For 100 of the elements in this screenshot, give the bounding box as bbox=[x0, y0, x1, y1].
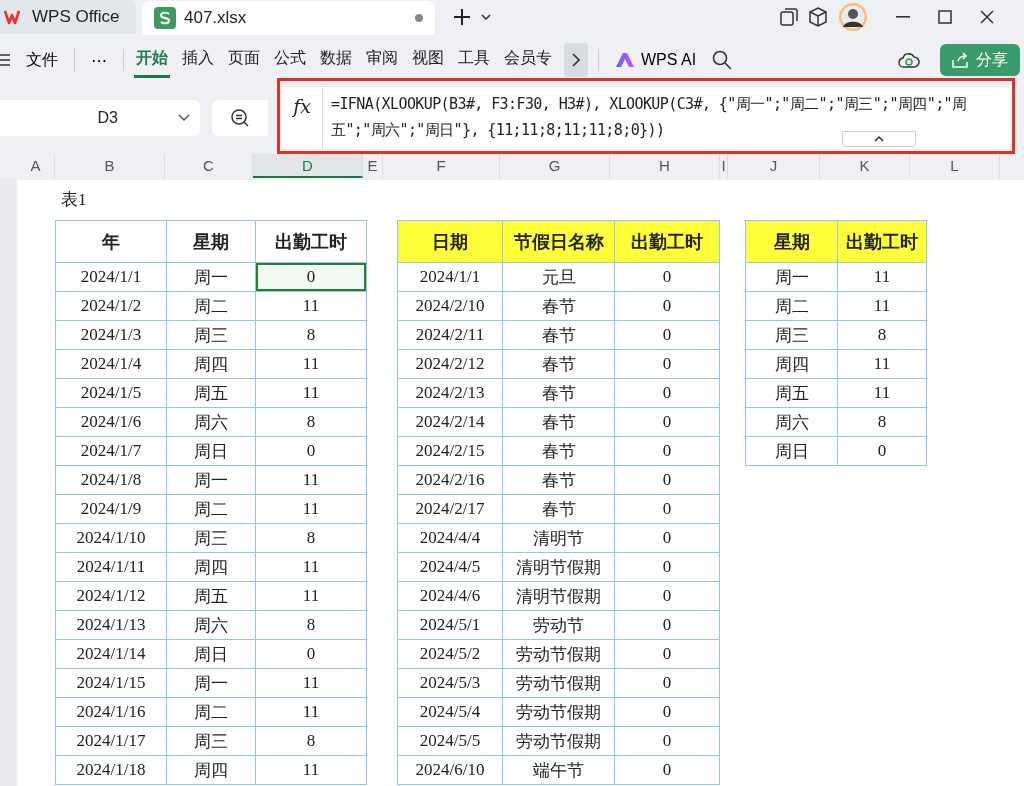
ribbon-tab[interactable]: 页面 bbox=[226, 42, 262, 78]
column-header[interactable]: H bbox=[610, 154, 720, 178]
table-cell: 2024/6/10 bbox=[397, 755, 503, 785]
table-cell: 2024/1/10 bbox=[55, 523, 167, 553]
ai-logo-icon bbox=[615, 52, 635, 68]
column-header[interactable]: B bbox=[55, 154, 165, 178]
zoom-icon[interactable] bbox=[230, 108, 250, 128]
table-cell: 2024/4/4 bbox=[397, 523, 503, 553]
column-heading: 日期 bbox=[397, 220, 503, 263]
column-heading: 年 bbox=[55, 220, 167, 263]
cloud-sync-icon[interactable] bbox=[898, 50, 920, 70]
table-cell: 8 bbox=[255, 407, 367, 437]
plus-icon[interactable] bbox=[453, 8, 471, 26]
table-cell: 2024/5/5 bbox=[397, 726, 503, 756]
maximize-icon[interactable] bbox=[938, 10, 952, 24]
table-cell: 周二 bbox=[166, 494, 256, 524]
ribbon-tab[interactable]: 视图 bbox=[410, 42, 446, 78]
table-cell: 2024/2/17 bbox=[397, 494, 503, 524]
table-cell: 11 bbox=[255, 465, 367, 495]
table-cell: 0 bbox=[614, 639, 720, 669]
table-cell: 0 bbox=[614, 552, 720, 582]
scroll-right-button[interactable] bbox=[564, 43, 588, 77]
column-header[interactable]: J bbox=[728, 154, 820, 178]
column-header[interactable]: G bbox=[500, 154, 610, 178]
table-cell: 周六 bbox=[166, 407, 256, 437]
column-header[interactable]: I bbox=[720, 154, 728, 178]
table-cell: 0 bbox=[255, 436, 367, 466]
table-cell: 2024/1/7 bbox=[55, 436, 167, 466]
table-cell: 2024/1/17 bbox=[55, 726, 167, 756]
table-cell: 周二 bbox=[745, 291, 838, 321]
table-cell: 11 bbox=[255, 291, 367, 321]
table-cell: 周三 bbox=[745, 320, 838, 350]
minimize-icon[interactable] bbox=[896, 16, 910, 18]
table-cell: 11 bbox=[255, 697, 367, 727]
ribbon-tab[interactable]: 数据 bbox=[318, 42, 354, 78]
table-cell: 周四 bbox=[745, 349, 838, 379]
name-box[interactable]: D3 bbox=[0, 100, 200, 136]
table-cell: 春节 bbox=[502, 291, 615, 321]
table-cell: 8 bbox=[837, 320, 927, 350]
column-header[interactable]: E bbox=[363, 154, 383, 178]
table-cell: 劳动节假期 bbox=[502, 639, 615, 669]
table-cell: 劳动节假期 bbox=[502, 697, 615, 727]
ribbon-tab[interactable]: 开始 bbox=[134, 42, 170, 78]
windows-icon[interactable] bbox=[780, 8, 798, 26]
table-cell: 春节 bbox=[502, 494, 615, 524]
table-cell: 周四 bbox=[166, 349, 256, 379]
table-cell: 11 bbox=[255, 552, 367, 582]
tab-title: 407.xlsx bbox=[184, 8, 248, 28]
table-cell: 春节 bbox=[502, 378, 615, 408]
menu-icon[interactable] bbox=[0, 54, 10, 66]
column-heading: 节假日名称 bbox=[502, 220, 615, 263]
table-cell: 2024/1/6 bbox=[55, 407, 167, 437]
table-cell: 0 bbox=[614, 378, 720, 408]
ribbon-tab[interactable]: 工具 bbox=[456, 42, 492, 78]
column-header[interactable]: L bbox=[910, 154, 1000, 178]
table-cell: 清明节假期 bbox=[502, 581, 615, 611]
table-cell: 2024/1/1 bbox=[397, 262, 503, 292]
table-cell: 2024/5/3 bbox=[397, 668, 503, 698]
table-cell: 0 bbox=[614, 262, 720, 292]
document-tab[interactable]: 407.xlsx bbox=[142, 1, 435, 35]
column-header[interactable]: F bbox=[383, 154, 500, 178]
table-cell: 2024/1/13 bbox=[55, 610, 167, 640]
table-cell: 11 bbox=[255, 494, 367, 524]
more-button[interactable]: ⋯ bbox=[85, 50, 113, 70]
avatar-icon[interactable] bbox=[838, 2, 868, 32]
table-cell[interactable]: 0 bbox=[255, 262, 367, 292]
table-cell: 8 bbox=[255, 320, 367, 350]
ribbon-tab[interactable]: 插入 bbox=[180, 42, 216, 78]
search-icon[interactable] bbox=[712, 50, 733, 70]
close-icon[interactable] bbox=[980, 10, 994, 24]
table-cell: 2024/2/12 bbox=[397, 349, 503, 379]
formula-field[interactable]: =IFNA(XLOOKUP(B3#, F3:F30, H3#), XLOOKUP(C3#, {"周一";"周二";"周三";"周四";"周五";"周六";"周日"}, {11;11;8;11;11;8;0})) bbox=[323, 87, 1010, 149]
table-cell: 0 bbox=[614, 726, 720, 756]
table-cell: 2024/1/12 bbox=[55, 581, 167, 611]
ribbon-tab[interactable]: 会员专 bbox=[502, 42, 554, 78]
document-tab[interactable]: WPS Office bbox=[0, 0, 136, 34]
table-cell: 周一 bbox=[166, 465, 256, 495]
table-cell: 11 bbox=[837, 349, 927, 379]
table-cell: 0 bbox=[837, 436, 927, 466]
table-cell: 0 bbox=[614, 291, 720, 321]
column-header[interactable]: D bbox=[253, 154, 363, 178]
wps-ai-button[interactable]: WPS AI bbox=[609, 50, 703, 70]
table-cell: 周一 bbox=[166, 262, 256, 292]
table-cell: 0 bbox=[614, 610, 720, 640]
table-cell: 11 bbox=[255, 349, 367, 379]
table-cell: 2024/1/8 bbox=[55, 465, 167, 495]
ribbon-tab[interactable]: 审阅 bbox=[364, 42, 400, 78]
table-cell: 2024/5/1 bbox=[397, 610, 503, 640]
column-header[interactable]: A bbox=[17, 154, 55, 178]
column-heading: 出勤工时 bbox=[255, 220, 367, 263]
table-cell: 劳动节假期 bbox=[502, 726, 615, 756]
cube-icon[interactable] bbox=[808, 7, 828, 27]
table-cell: 端午节 bbox=[502, 755, 615, 785]
table-cell: 11 bbox=[255, 581, 367, 611]
ribbon-tab[interactable]: 公式 bbox=[272, 42, 308, 78]
function-label[interactable]: fx bbox=[282, 87, 323, 149]
file-menu[interactable]: 文件 bbox=[20, 49, 64, 71]
table-cell: 2024/2/13 bbox=[397, 378, 503, 408]
column-header[interactable]: K bbox=[820, 154, 910, 178]
chevron-down-icon[interactable] bbox=[481, 14, 491, 20]
